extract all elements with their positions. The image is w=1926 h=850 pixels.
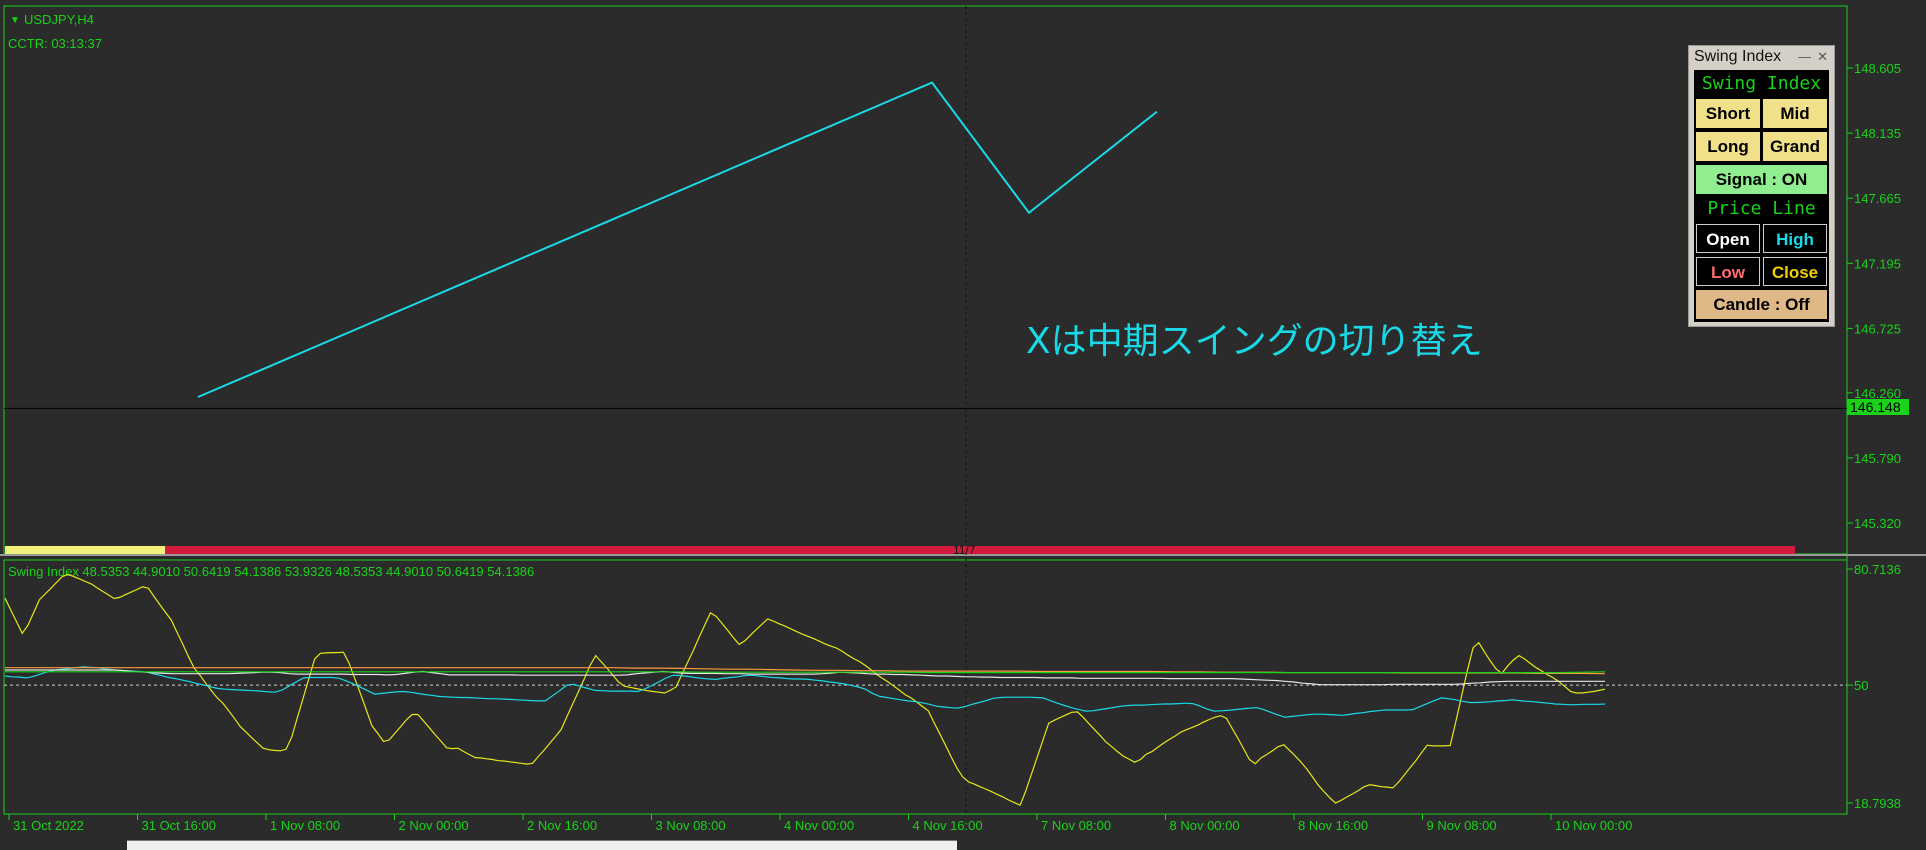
swing-line: [197, 81, 1158, 398]
collapse-icon: ▼: [10, 15, 20, 26]
swing-index-panel[interactable]: Swing Index — ✕ Swing Index Short Mid Lon…: [1688, 45, 1835, 327]
current-price-badge: 146.148: [1847, 399, 1909, 415]
price-tick-label: 146.725: [1854, 321, 1901, 336]
indicator-tick-label: 50: [1854, 678, 1868, 693]
long-button[interactable]: Long: [1696, 132, 1760, 161]
trend-bar-yellow: [5, 546, 165, 554]
time-tick-label: 8 Nov 00:00: [1170, 818, 1240, 833]
chart-symbol: USDJPY,H4: [24, 12, 94, 27]
minimize-icon[interactable]: —: [1798, 49, 1811, 64]
grand-button[interactable]: Grand: [1763, 132, 1827, 161]
time-tick-label: 7 Nov 08:00: [1041, 818, 1111, 833]
high-button[interactable]: High: [1763, 224, 1827, 253]
time-tick-label: 10 Nov 00:00: [1555, 818, 1632, 833]
close-button[interactable]: Close: [1763, 257, 1827, 286]
main-chart-frame: [3, 5, 1848, 555]
short-button[interactable]: Short: [1696, 99, 1760, 128]
time-tick-label: 4 Nov 16:00: [913, 818, 983, 833]
cctr-timer: CCTR: 03:13:37: [8, 36, 102, 51]
indicator-tick-label: 80.7136: [1854, 562, 1901, 577]
time-tick-label: 31 Oct 16:00: [142, 818, 216, 833]
time-tick-label: 4 Nov 00:00: [784, 818, 854, 833]
time-tick-label: 1 Nov 08:00: [270, 818, 340, 833]
low-button[interactable]: Low: [1696, 257, 1760, 286]
time-tick-label: 8 Nov 16:00: [1298, 818, 1368, 833]
price-tick-label: 145.790: [1854, 451, 1901, 466]
price-tick-label: 145.320: [1854, 516, 1901, 531]
panel-header: Swing Index: [1701, 73, 1822, 94]
candle-button[interactable]: Candle : Off: [1696, 290, 1827, 319]
panel-title: Swing Index: [1694, 48, 1782, 65]
bar-marker-label: 11/7: [953, 543, 976, 557]
indicator-label: Swing Index 48.5353 44.9010 50.6419 54.1…: [8, 564, 534, 579]
annotation-text: Xは中期スイングの切り替え: [1026, 321, 1483, 362]
close-icon[interactable]: ✕: [1817, 49, 1828, 64]
trend-bar-red: [165, 546, 1795, 554]
mid-button[interactable]: Mid: [1763, 99, 1827, 128]
price-tick-label: 147.665: [1854, 191, 1901, 206]
indicator-tick-label: 18.7938: [1854, 796, 1901, 811]
price-line-label: Price Line: [1707, 198, 1816, 219]
panel-body: Swing Index Short Mid Long Grand Signal …: [1694, 70, 1829, 322]
price-tick-label: 148.135: [1854, 126, 1901, 141]
price-tick-label: 148.605: [1854, 61, 1901, 76]
time-tick-label: 2 Nov 16:00: [527, 818, 597, 833]
open-button[interactable]: Open: [1696, 224, 1760, 253]
price-tick-label: 147.195: [1854, 256, 1901, 271]
chart-canvas[interactable]: ▼ USDJPY,H4 CCTR: 03:13:37 148.605 148.135 14…: [0, 0, 1926, 849]
time-tick-label: 2 Nov 00:00: [399, 818, 469, 833]
time-tick-label: 3 Nov 08:00: [656, 818, 726, 833]
indicator-frame: [3, 559, 1848, 815]
time-tick-label: 9 Nov 08:00: [1427, 818, 1497, 833]
time-tick-label: 31 Oct 2022: [13, 818, 84, 833]
signal-button[interactable]: Signal : ON: [1696, 165, 1827, 194]
panel-title-bar[interactable]: Swing Index — ✕: [1689, 46, 1834, 68]
